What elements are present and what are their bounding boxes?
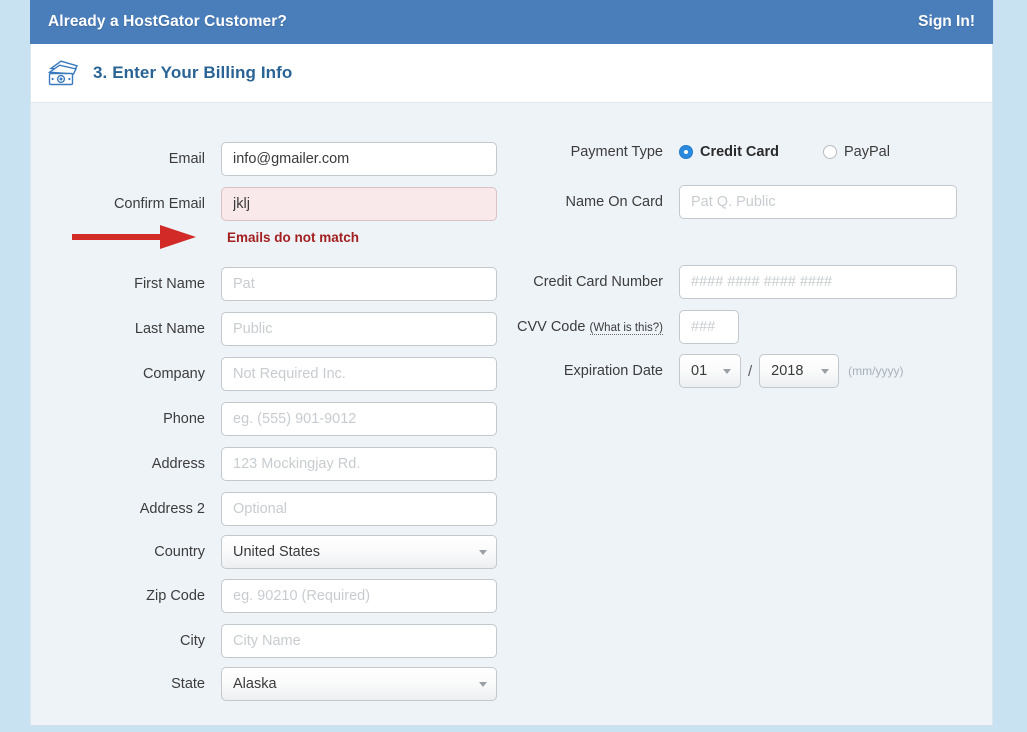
billing-form: Email Confirm Email Emails do not match … bbox=[31, 104, 992, 725]
label-phone: Phone bbox=[163, 411, 205, 427]
label-country: Country bbox=[154, 544, 205, 560]
label-address-2: Address 2 bbox=[139, 501, 205, 517]
address-input[interactable] bbox=[221, 447, 497, 481]
money-stack-icon bbox=[47, 58, 81, 88]
field-row-zip-code: Zip Code bbox=[31, 579, 501, 613]
field-row-phone: Phone bbox=[31, 402, 501, 436]
field-row-name-on-card: Name On Card bbox=[501, 185, 992, 219]
label-payment-type: Payment Type bbox=[570, 144, 663, 160]
city-input[interactable] bbox=[221, 624, 497, 658]
confirm-email-input[interactable] bbox=[221, 187, 497, 221]
cvv-help-link[interactable]: (What is this?) bbox=[589, 322, 663, 335]
chevron-down-icon bbox=[723, 369, 731, 374]
email-error-message: Emails do not match bbox=[227, 230, 360, 245]
field-row-cvv: CVV Code (What is this?) bbox=[501, 310, 992, 344]
state-select-value: Alaska bbox=[233, 676, 277, 692]
field-row-state: State Alaska bbox=[31, 667, 501, 701]
step-header: 3. Enter Your Billing Info bbox=[31, 44, 992, 103]
zip-code-input[interactable] bbox=[221, 579, 497, 613]
field-row-first-name: First Name bbox=[31, 267, 501, 301]
cvv-label-text: CVV Code bbox=[516, 319, 586, 335]
company-input[interactable] bbox=[221, 357, 497, 391]
country-select[interactable]: United States bbox=[221, 535, 497, 569]
expiration-separator: / bbox=[748, 362, 753, 380]
label-company: Company bbox=[142, 366, 205, 382]
label-state: State bbox=[171, 676, 205, 692]
chevron-down-icon bbox=[821, 369, 830, 374]
label-zip-code: Zip Code bbox=[146, 588, 205, 604]
field-row-card-number: Credit Card Number bbox=[501, 265, 992, 299]
label-address: Address bbox=[151, 456, 205, 472]
radio-paypal[interactable] bbox=[822, 145, 837, 159]
payment-type-radio-group: Credit Card PayPal bbox=[679, 144, 890, 160]
payment-type-option-paypal[interactable]: PayPal bbox=[822, 144, 890, 160]
field-row-last-name: Last Name bbox=[31, 312, 501, 346]
topbar-title: Already a HostGator Customer? bbox=[48, 13, 287, 30]
expiration-month-value: 01 bbox=[691, 363, 708, 379]
field-row-country: Country United States bbox=[31, 535, 501, 569]
top-bar: Already a HostGator Customer? Sign In! bbox=[30, 0, 993, 44]
last-name-input[interactable] bbox=[221, 312, 497, 346]
label-confirm-email: Confirm Email bbox=[113, 196, 205, 212]
country-select-value: United States bbox=[233, 544, 321, 560]
field-row-company: Company bbox=[31, 357, 501, 391]
annotation-arrow-icon bbox=[72, 225, 196, 249]
chevron-down-icon bbox=[479, 550, 487, 555]
arrow-head bbox=[160, 225, 196, 249]
field-row-address: Address bbox=[31, 447, 501, 481]
address-2-input[interactable] bbox=[221, 492, 497, 526]
radio-label-credit-card: Credit Card bbox=[700, 144, 779, 160]
field-row-email: Email bbox=[31, 142, 501, 176]
label-name-on-card: Name On Card bbox=[565, 194, 663, 210]
page-title: 3. Enter Your Billing Info bbox=[93, 63, 293, 82]
arrow-shaft bbox=[72, 234, 164, 240]
radio-credit-card[interactable] bbox=[679, 145, 693, 159]
email-input[interactable] bbox=[221, 142, 497, 176]
label-credit-card-number: Credit Card Number bbox=[533, 274, 663, 290]
label-last-name: Last Name bbox=[134, 321, 205, 337]
credit-card-number-input[interactable] bbox=[679, 265, 957, 299]
field-row-city: City bbox=[31, 624, 501, 658]
radio-label-paypal: PayPal bbox=[843, 144, 890, 160]
label-email: Email bbox=[168, 151, 205, 167]
payment-type-option-credit-card[interactable]: Credit Card bbox=[679, 144, 779, 160]
expiration-month-select[interactable]: 01 bbox=[679, 354, 741, 388]
field-row-confirm-email: Confirm Email bbox=[31, 187, 501, 221]
label-first-name: First Name bbox=[134, 276, 205, 292]
page-root: Already a HostGator Customer? Sign In! 3… bbox=[0, 0, 1027, 732]
expiration-year-select[interactable]: 2018 bbox=[759, 354, 840, 388]
field-row-payment-type: Payment Type Credit Card PayPal bbox=[501, 144, 992, 160]
sign-in-link[interactable]: Sign In! bbox=[918, 13, 975, 31]
first-name-input[interactable] bbox=[221, 267, 497, 301]
state-select[interactable]: Alaska bbox=[221, 667, 497, 701]
cvv-input[interactable] bbox=[679, 310, 739, 344]
field-row-address-2: Address 2 bbox=[31, 492, 501, 526]
chevron-down-icon bbox=[479, 682, 487, 687]
expiration-year-value: 2018 bbox=[771, 363, 804, 379]
label-city: City bbox=[180, 633, 205, 649]
field-row-expiration-date: Expiration Date 01 / 2018 (mm/yyyy) bbox=[501, 354, 992, 388]
name-on-card-input[interactable] bbox=[679, 185, 957, 219]
label-expiration-date: Expiration Date bbox=[563, 363, 663, 379]
phone-input[interactable] bbox=[221, 402, 497, 436]
label-cvv-code: CVV Code (What is this?) bbox=[501, 319, 679, 335]
expiration-format-hint: (mm/yyyy) bbox=[848, 364, 904, 378]
